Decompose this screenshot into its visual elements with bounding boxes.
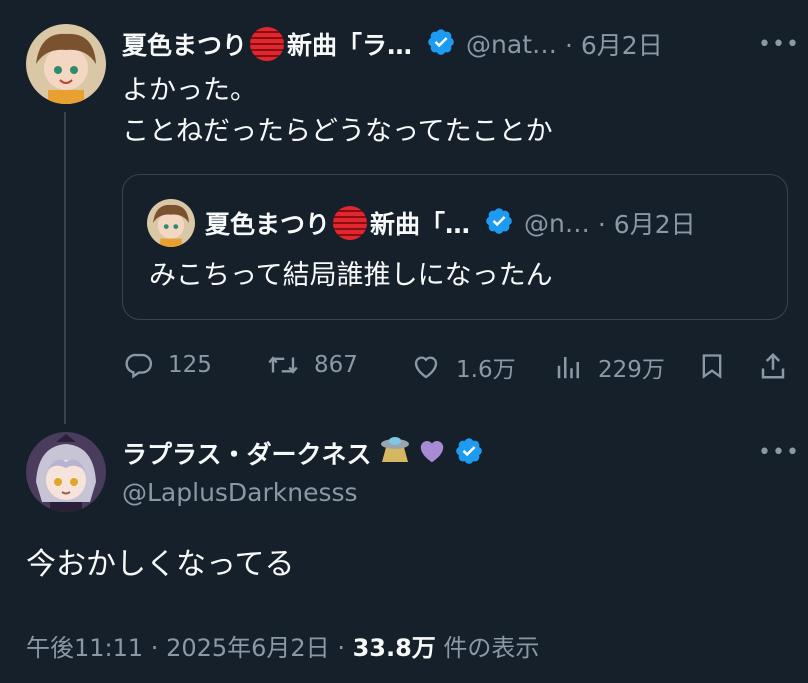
retweet-button[interactable]: 867 — [266, 350, 358, 380]
quote-header: 夏色まつり 新曲「… @n… · 6月2日 — [205, 205, 775, 241]
footer-separator: · — [329, 634, 353, 662]
tweet1-handle[interactable]: @nat… — [466, 30, 557, 59]
quote-handle: @n… — [524, 208, 590, 238]
share-icon — [761, 352, 785, 379]
bookmark-icon — [702, 354, 722, 379]
analytics-icon — [557, 357, 579, 379]
tweet1-author-name[interactable]: 夏色まつり — [122, 26, 247, 62]
reply-button[interactable]: 125 — [124, 350, 212, 380]
verified-badge-icon[interactable] — [454, 436, 484, 470]
tweet2-handle[interactable]: @LaplusDarknesss — [122, 478, 358, 507]
quote-avatar[interactable] — [147, 199, 195, 247]
tweet2-author-name[interactable]: ラプラス・ダークネス — [122, 435, 372, 471]
tweet-meta-footer: 午後11:11 · 2025年6月2日 · 33.8万 件の表示 — [26, 628, 539, 663]
tweet1-text-line2: ことねだったらどうなってたことか — [122, 116, 553, 147]
avatar-laplus-darkness[interactable] — [26, 432, 106, 512]
quoted-tweet-card[interactable]: 夏色まつり 新曲「… @n… · 6月2日 みこちって結局誰推しになったん — [122, 174, 788, 320]
footer-separator: · — [143, 634, 167, 662]
purple-heart-emoji-icon — [416, 436, 448, 470]
tweet1-text-line1: よかった。 — [122, 75, 257, 106]
reply-count: 125 — [168, 352, 212, 378]
heart-icon — [414, 356, 438, 379]
tweet1-header: 夏色まつり 新曲「ラ… @nat… · 6月2日 — [122, 26, 742, 62]
quote-author-suffix: 新曲「… — [370, 210, 471, 239]
like-count: 1.6万 — [456, 357, 516, 383]
verified-badge-icon — [484, 206, 514, 240]
tweet2-text: 今おかしくなってる — [26, 547, 295, 582]
share-button[interactable] — [758, 350, 788, 382]
tweet1-more-button[interactable]: ••• — [758, 32, 800, 57]
reply-icon — [125, 353, 153, 379]
retweet-icon — [268, 356, 298, 374]
tweet-time[interactable]: 午後11:11 — [26, 634, 143, 662]
view-count-bold: 33.8万 — [352, 634, 436, 662]
retweet-count: 867 — [314, 352, 358, 378]
avatar-natsuiro-matsuri[interactable] — [26, 24, 106, 104]
red-lantern-emoji-icon — [250, 27, 285, 61]
red-lantern-emoji-icon — [333, 206, 368, 240]
tweet1-author-suffix[interactable]: 新曲「ラ… — [287, 26, 412, 62]
bookmark-button[interactable] — [698, 350, 726, 382]
tweet-date[interactable]: 2025年6月2日 — [166, 634, 330, 662]
quote-date: · 6月2日 — [597, 210, 696, 239]
views-label: 件の表示 — [435, 634, 540, 662]
quote-text: みこちって結局誰推しになったん — [149, 260, 553, 291]
like-button[interactable]: 1.6万 — [410, 350, 516, 384]
tweet2-header: ラプラス・ダークネス — [122, 434, 484, 472]
verified-badge-icon[interactable] — [426, 27, 456, 61]
thread-connector-line — [64, 112, 66, 424]
ufo-emoji-icon — [378, 436, 412, 470]
views-button[interactable]: 229万 — [554, 350, 665, 384]
view-count: 229万 — [598, 357, 665, 383]
tweet1-date[interactable]: · 6月2日 — [565, 26, 663, 62]
quote-author-name: 夏色まつり — [205, 210, 331, 239]
tweet2-more-button[interactable]: ••• — [758, 440, 800, 465]
